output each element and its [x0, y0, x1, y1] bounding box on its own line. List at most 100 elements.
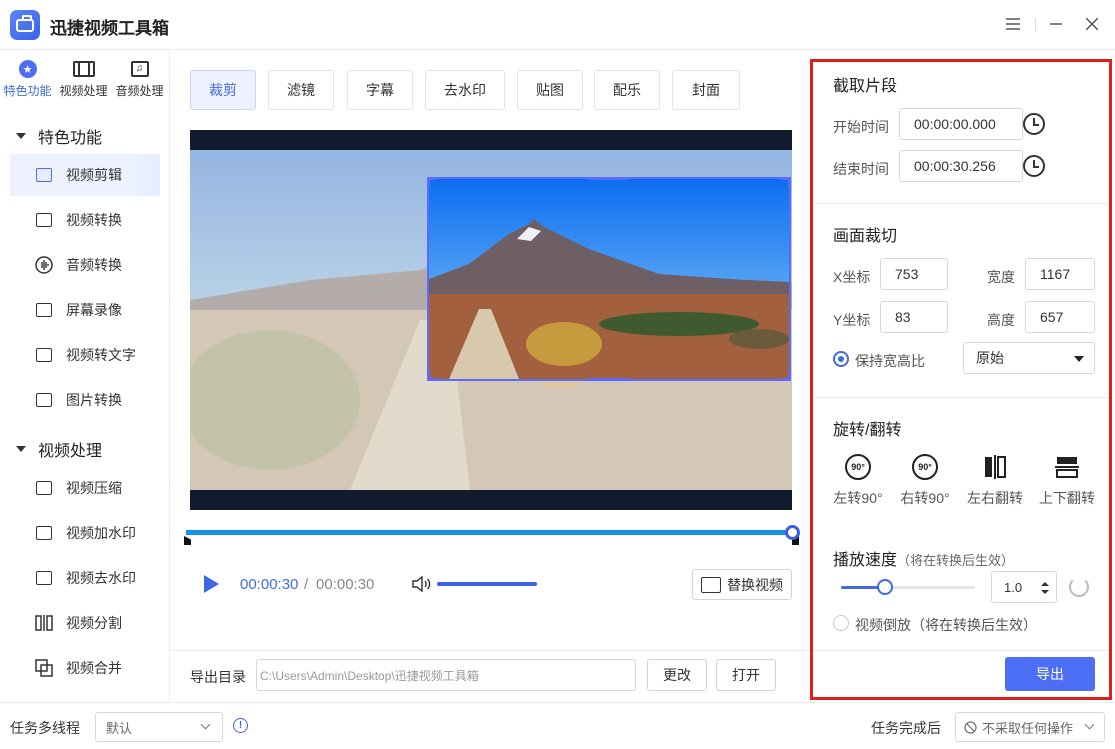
flip-horizontal-button[interactable]: 左右翻转 — [965, 454, 1025, 508]
reverse-note: （将在转换后生效） — [911, 617, 1037, 633]
rotate-section-title: 旋转/翻转 — [833, 422, 902, 439]
mode-tab-audio[interactable]: ♫ 音频处理 — [112, 58, 167, 104]
app-title: 迅捷视频工具箱 — [50, 19, 169, 38]
reverse-radio[interactable] — [833, 615, 849, 631]
menu-icon[interactable] — [1003, 14, 1023, 34]
set-start-time-icon[interactable] — [1023, 113, 1045, 135]
rotate-right-label: 右转90° — [900, 490, 950, 506]
mode-tab-featured[interactable]: ★ 特色功能 — [0, 58, 55, 104]
x-coord-input[interactable]: 753 — [880, 258, 948, 290]
rotate-right-90-icon: 90° — [912, 454, 938, 480]
speed-slider-knob[interactable] — [877, 579, 893, 595]
app-logo-icon — [10, 10, 40, 40]
sidebar-item-audio-convert[interactable]: 音频转换 — [10, 244, 160, 286]
caret-down-icon — [16, 446, 26, 452]
video-convert-icon — [34, 210, 54, 230]
tab-subtitle[interactable]: 字幕 — [347, 70, 413, 110]
crop-handle-top[interactable] — [589, 179, 629, 180]
export-button[interactable]: 导出 — [1005, 657, 1095, 691]
open-dir-button[interactable]: 打开 — [716, 659, 776, 691]
mode-tab-label: 音频处理 — [115, 84, 164, 98]
crop-handle-top-left[interactable] — [429, 179, 437, 187]
info-icon[interactable]: ! — [233, 718, 248, 733]
start-time-label: 开始时间 — [833, 119, 889, 135]
sidebar-item-label: 屏幕录像 — [66, 302, 122, 318]
replace-video-button[interactable]: 替换视频 — [692, 569, 792, 600]
group-video[interactable]: 视频处理 — [16, 437, 102, 461]
rotate-right-button[interactable]: 90° 右转90° — [895, 454, 955, 508]
group-title: 特色功能 — [38, 130, 103, 147]
screen-record-icon — [34, 300, 54, 320]
crop-handle-bottom-right[interactable] — [781, 371, 789, 379]
timeline-track — [186, 530, 790, 535]
sidebar-item-video-convert[interactable]: 视频转换 — [10, 199, 160, 241]
keep-ratio-radio[interactable] — [833, 351, 849, 367]
reverse-text: 视频倒放 — [855, 617, 911, 633]
volume-icon[interactable] — [412, 575, 432, 593]
close-icon[interactable] — [1082, 14, 1102, 34]
rotate-left-button[interactable]: 90° 左转90° — [828, 454, 888, 508]
tab-cover[interactable]: 封面 — [672, 70, 740, 110]
timeline-knob[interactable] — [785, 525, 800, 540]
width-label: 宽度 — [987, 269, 1015, 285]
sidebar-item-remove-watermark[interactable]: 视频去水印 — [10, 557, 160, 599]
sidebar-item-video-to-text[interactable]: 视频转文字 — [10, 334, 160, 376]
tab-sticker[interactable]: 贴图 — [517, 70, 583, 110]
sidebar-item-label: 视频加水印 — [66, 525, 136, 541]
group-featured[interactable]: 特色功能 — [16, 124, 102, 148]
video-preview[interactable] — [190, 130, 792, 510]
export-path-field[interactable]: C:\Users\Admin\Desktop\迅捷视频工具箱 — [256, 659, 636, 691]
mode-tab-label: 视频处理 — [59, 84, 108, 98]
width-input[interactable]: 1167 — [1025, 258, 1095, 290]
speed-stepper[interactable]: 1.0 — [991, 571, 1057, 603]
play-button[interactable] — [204, 575, 219, 593]
stepper-arrows-icon[interactable] — [1040, 580, 1050, 596]
tab-music[interactable]: 配乐 — [594, 70, 660, 110]
sidebar-item-label: 视频剪辑 — [66, 167, 122, 183]
y-coord-label: Y坐标 — [833, 312, 871, 328]
video-merge-icon — [34, 658, 54, 678]
export-row: 导出目录 C:\Users\Admin\Desktop\迅捷视频工具箱 更改 打… — [170, 650, 810, 702]
export-dir-label: 导出目录 — [190, 669, 246, 685]
sidebar-item-video-compress[interactable]: 视频压缩 — [10, 467, 160, 509]
sidebar-item-add-watermark[interactable]: 视频加水印 — [10, 512, 160, 554]
tab-crop[interactable]: 裁剪 — [190, 70, 256, 110]
set-end-time-icon[interactable] — [1023, 155, 1045, 177]
crop-handle-bottom-left[interactable] — [429, 371, 437, 379]
no-action-icon — [964, 721, 977, 734]
end-time-label: 结束时间 — [833, 161, 889, 177]
start-time-input[interactable]: 00:00:00.000 — [899, 108, 1023, 140]
sidebar-item-video-split[interactable]: 视频分割 — [10, 602, 160, 644]
caret-down-icon — [1074, 356, 1084, 362]
crop-handle-bottom[interactable] — [589, 378, 629, 379]
crop-handle-top-right[interactable] — [781, 179, 789, 187]
sidebar: ★ 特色功能 视频处理 ♫ 音频处理 特色功能 视频剪辑 视频转换 音频转换 屏… — [0, 50, 170, 702]
volume-slider[interactable] — [437, 582, 537, 586]
add-watermark-icon — [34, 523, 54, 543]
after-task-select[interactable]: 不采取任何操作 — [955, 712, 1105, 742]
title-divider — [1035, 18, 1036, 32]
speed-section-title: 播放速度（将在转换后生效） — [833, 546, 1014, 570]
mode-tab-video[interactable]: 视频处理 — [56, 58, 111, 104]
clip-start-marker[interactable] — [184, 536, 191, 545]
flip-vertical-button[interactable]: 上下翻转 — [1037, 454, 1097, 508]
crop-region[interactable] — [427, 177, 791, 381]
sidebar-item-screen-record[interactable]: 屏幕录像 — [10, 289, 160, 331]
change-dir-button[interactable]: 更改 — [647, 659, 707, 691]
sidebar-item-image-convert[interactable]: 图片转换 — [10, 379, 160, 421]
end-time-input[interactable]: 00:00:30.256 — [899, 150, 1023, 182]
sidebar-item-video-merge[interactable]: 视频合并 — [10, 647, 160, 689]
clip-section-title: 截取片段 — [833, 78, 898, 95]
tab-filter[interactable]: 滤镜 — [268, 70, 334, 110]
minimize-icon[interactable] — [1046, 14, 1066, 34]
reset-speed-icon[interactable] — [1069, 577, 1089, 597]
tab-remove-watermark[interactable]: 去水印 — [425, 70, 505, 110]
height-input[interactable]: 657 — [1025, 301, 1095, 333]
threads-select[interactable]: 默认 — [95, 712, 223, 742]
ratio-select[interactable]: 原始 — [963, 342, 1095, 374]
timeline-slider[interactable] — [184, 525, 800, 548]
sidebar-item-video-cut[interactable]: 视频剪辑 — [10, 154, 160, 196]
flip-vertical-label: 上下翻转 — [1039, 490, 1095, 506]
y-coord-input[interactable]: 83 — [880, 301, 948, 333]
app-window: 迅捷视频工具箱 ★ 特色功能 视频处理 ♫ 音频处理 特色功能 视频剪辑 视频转… — [0, 0, 1115, 749]
